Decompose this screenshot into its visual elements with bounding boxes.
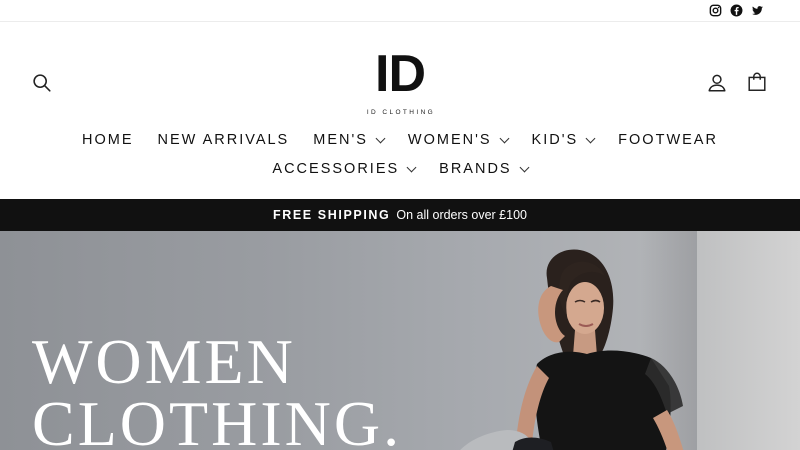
nav-item-accessories[interactable]: ACCESSORIES: [260, 159, 427, 179]
nav-item-label: MEN'S: [313, 132, 368, 148]
instagram-icon[interactable]: [709, 4, 722, 17]
logo-mark: ID: [375, 45, 426, 103]
hero-banner[interactable]: WOMEN CLOTHING.: [0, 231, 800, 450]
nav-item-footwear[interactable]: FOOTWEAR: [606, 130, 730, 150]
announcement-bar: FREE SHIPPING On all orders over £100: [0, 199, 800, 231]
nav-item-new-arrivals[interactable]: NEW ARRIVALS: [146, 130, 302, 150]
chevron-down-icon: [585, 133, 596, 143]
announcement-bold: FREE SHIPPING: [273, 208, 391, 222]
bag-icon[interactable]: [746, 71, 768, 93]
nav-item-label: NEW ARRIVALS: [157, 132, 290, 148]
nav-item-kids[interactable]: KID'S: [520, 130, 607, 150]
nav-item-label: KID'S: [531, 132, 579, 148]
main-nav-row2: ACCESSORIES BRANDS: [0, 159, 800, 179]
twitter-icon[interactable]: [751, 4, 764, 17]
hero-title: WOMEN CLOTHING.: [32, 326, 403, 450]
chevron-down-icon: [406, 162, 417, 172]
nav-item-home[interactable]: HOME: [70, 130, 146, 150]
nav-item-label: BRANDS: [439, 161, 512, 177]
search-icon[interactable]: [31, 72, 53, 94]
hero-model-image: [460, 249, 684, 450]
nav-item-mens[interactable]: MEN'S: [301, 130, 396, 150]
social-bar: [0, 0, 800, 22]
site-logo[interactable]: ID ID CLOTHING: [351, 46, 451, 120]
nav-item-label: ACCESSORIES: [272, 161, 400, 177]
logo-text: ID CLOTHING: [366, 109, 436, 116]
user-icon[interactable]: [706, 72, 728, 94]
nav-item-label: HOME: [82, 132, 134, 148]
facebook-icon[interactable]: [730, 4, 743, 17]
announcement-text: On all orders over £100: [396, 208, 527, 222]
nav-item-label: FOOTWEAR: [618, 132, 718, 148]
chevron-down-icon: [519, 162, 530, 172]
chevron-down-icon: [375, 133, 386, 143]
social-links: [709, 4, 764, 17]
hero-title-line2: CLOTHING.: [32, 388, 403, 450]
chevron-down-icon: [499, 133, 509, 143]
nav-item-womens[interactable]: WOMEN'S: [396, 130, 520, 150]
nav-item-brands[interactable]: BRANDS: [427, 159, 539, 179]
nav-item-label: WOMEN'S: [407, 132, 492, 148]
hero-title-line1: WOMEN: [32, 326, 296, 397]
site-header: ID ID CLOTHING HOME NEW ARRIVALS MEN'S W…: [0, 22, 800, 199]
main-nav-row1: HOME NEW ARRIVALS MEN'S WOMEN'S KID'S FO…: [0, 130, 800, 150]
